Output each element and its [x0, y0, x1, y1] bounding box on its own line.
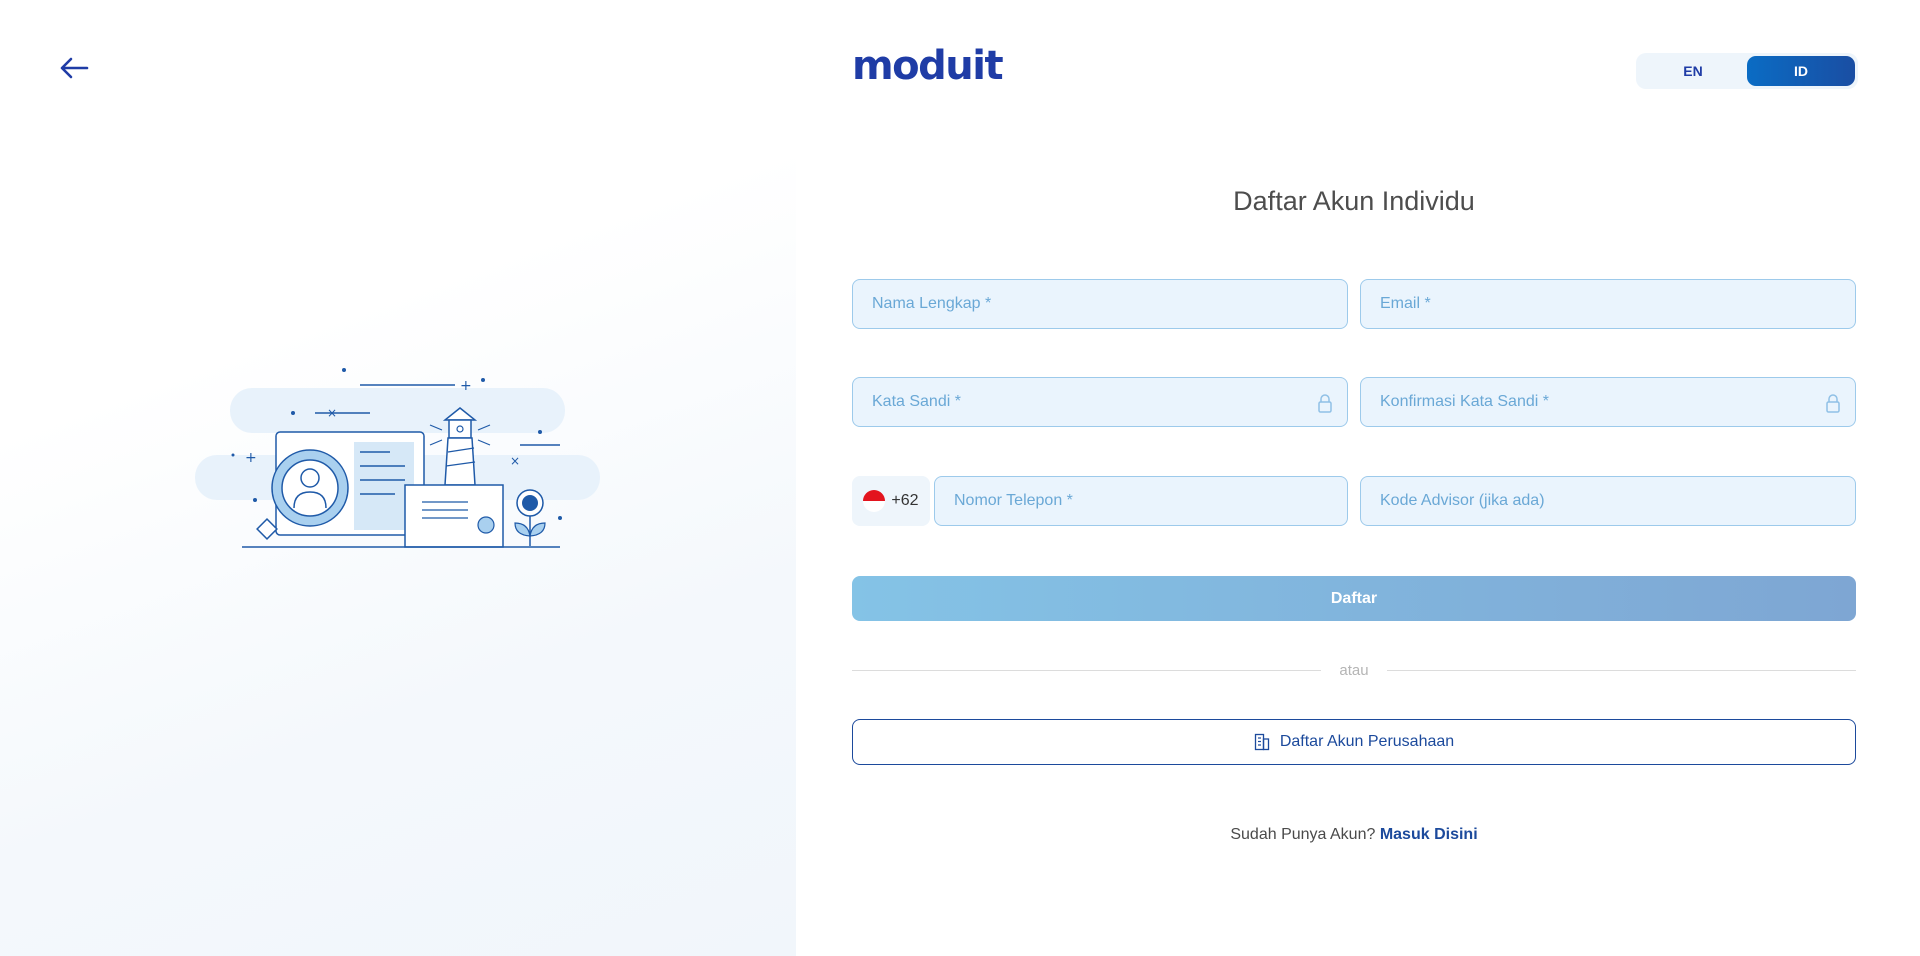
lang-en-button[interactable]: EN [1639, 56, 1747, 86]
divider-line [1386, 669, 1857, 671]
divider-label: atau [1339, 661, 1369, 679]
full-name-field[interactable]: Nama Lengkap * [852, 279, 1348, 329]
full-name-placeholder: Nama Lengkap * [872, 295, 992, 312]
indonesia-flag-icon [863, 490, 886, 512]
svg-text:×: × [327, 406, 337, 420]
or-divider: atau [852, 660, 1857, 680]
country-code-selector[interactable]: +62 [852, 476, 930, 526]
register-button[interactable]: Daftar [852, 576, 1856, 621]
email-placeholder: Email * [1380, 295, 1431, 312]
brand-name: moduit [852, 43, 1004, 89]
register-company-button[interactable]: Daftar Akun Perusahaan [852, 719, 1856, 765]
svg-text:+: + [460, 378, 472, 394]
building-icon [1254, 733, 1269, 751]
country-code: +62 [891, 492, 919, 509]
brand-logo: moduit [852, 43, 1004, 89]
login-prompt-row: Sudah Punya Akun? Masuk Disini [852, 826, 1856, 844]
login-link[interactable]: Masuk Disini [1380, 826, 1478, 843]
registration-illustration: + + × × [195, 368, 600, 548]
login-prompt-text: Sudah Punya Akun? [1230, 826, 1376, 843]
language-toggle: EN ID [1636, 53, 1858, 89]
svg-text:×: × [510, 454, 520, 468]
password-field[interactable]: Kata Sandi * [852, 377, 1348, 427]
arrow-left-icon [60, 57, 89, 79]
lock-icon [1826, 394, 1840, 413]
illustration-panel: + + × × [0, 0, 796, 956]
lock-icon [1318, 394, 1332, 413]
phone-placeholder: Nomor Telepon * [954, 492, 1073, 509]
confirm-password-placeholder: Konfirmasi Kata Sandi * [1380, 393, 1549, 410]
advisor-code-placeholder: Kode Advisor (jika ada) [1380, 492, 1545, 509]
password-placeholder: Kata Sandi * [872, 393, 961, 410]
email-field[interactable]: Email * [1360, 279, 1856, 329]
register-company-label: Daftar Akun Perusahaan [1279, 733, 1455, 750]
register-page: + + × × moduit EN ID Daftar Akun Individ… [0, 0, 1920, 956]
lang-id-button[interactable]: ID [1747, 56, 1855, 86]
back-button[interactable] [56, 50, 92, 86]
form-title: Daftar Akun Individu [1233, 186, 1475, 216]
advisor-code-field[interactable]: Kode Advisor (jika ada) [1360, 476, 1856, 526]
confirm-password-field[interactable]: Konfirmasi Kata Sandi * [1360, 377, 1856, 427]
phone-field[interactable]: Nomor Telepon * [934, 476, 1348, 526]
divider-line [852, 669, 1322, 671]
svg-text:+: + [245, 450, 257, 466]
